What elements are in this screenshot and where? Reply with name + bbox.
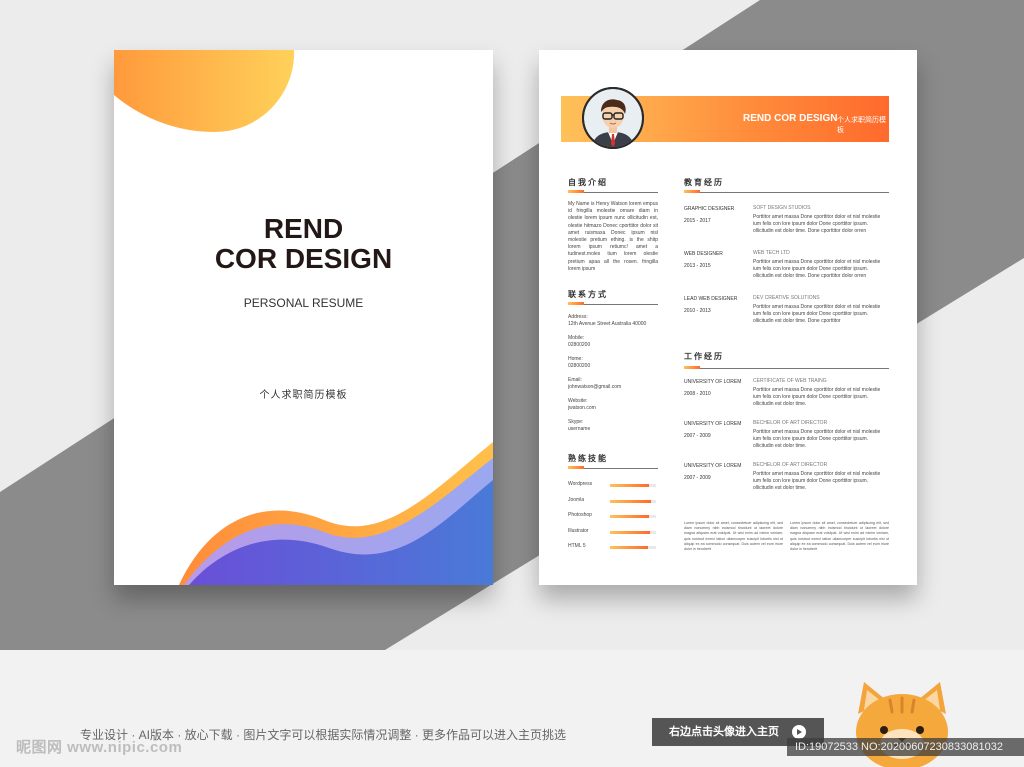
- entry-role: UNIVERSITY OF LOREM: [684, 379, 742, 385]
- education-accent: [684, 190, 700, 193]
- skill-bar: [610, 515, 656, 518]
- entry-org: CERTIFICATE OF WEB TRAING: [753, 378, 827, 384]
- cover-page: REND COR DESIGN PERSONAL RESUME 个人求职简历模板: [114, 50, 493, 585]
- homepage-button-label: 右边点击头像进入主页: [669, 726, 779, 738]
- entry-role: UNIVERSITY OF LOREM: [684, 421, 742, 427]
- resume-page: REND COR DESIGN 个人求职简历模板 自我介绍 My Name is…: [539, 50, 917, 585]
- entry-years: 2013 - 2015: [684, 263, 711, 269]
- skill-name: Illustrator: [568, 527, 589, 534]
- skill-name: Photoshop: [568, 512, 592, 518]
- skill-bar-fill: [610, 515, 650, 518]
- work-title: 工作经历: [684, 352, 724, 361]
- entry-role: GRAPHIC DESIGNER: [684, 206, 735, 212]
- skill-bar-fill: [610, 484, 650, 487]
- entry-desc: Porttitor amet massa Done cporttitor dol…: [753, 471, 881, 491]
- work-divider: [684, 368, 889, 369]
- entry-desc: Porttitor amet massa Done cporttitor dol…: [753, 387, 881, 407]
- watermark: 昵图网 www.nipic.com: [16, 739, 183, 756]
- cover-cn-subtitle: 个人求职简历模板: [259, 390, 348, 401]
- education-title: 教育经历: [684, 178, 724, 187]
- skill-name: Joomla: [568, 496, 585, 503]
- entry-years: 2007 - 2009: [684, 475, 711, 481]
- intro-title: 自我介绍: [568, 178, 608, 187]
- man-avatar-icon: [582, 87, 644, 149]
- skills-title: 熟练技能: [568, 454, 608, 463]
- entry-org: BECHELOR OF ART DIRECTOR: [753, 462, 828, 468]
- contact-value: 12th Avenue Street Australia 40000: [568, 321, 647, 327]
- bottom-text-right: Lorem ipsum dolor sit amet, consectetuer…: [790, 521, 889, 552]
- entry-org: DEV CREATIVE SOLUTIONS: [753, 295, 820, 301]
- cover-title-line2: COR DESIGN: [214, 243, 393, 274]
- contact-label: Address:: [568, 314, 588, 320]
- skill-bar-fill: [610, 546, 648, 549]
- skill-name: HTML 5: [568, 543, 586, 549]
- entry-role: LEAD WEB DESIGNER: [684, 296, 738, 302]
- contact-value: username: [568, 426, 591, 432]
- contact-label: Skype:: [568, 419, 584, 425]
- cover-subtitle: PERSONAL RESUME: [243, 296, 364, 310]
- bottom-text-left: Lorem ipsum dolor sit amet, consectetuer…: [684, 521, 783, 552]
- entry-role: WEB DESIGNER: [684, 251, 723, 257]
- entry-desc: Porttitor amet massa Done cporttitor dol…: [753, 429, 881, 449]
- intro-text: My Name is Henry Watson lorem empus id f…: [568, 201, 658, 272]
- skill-bar-fill: [610, 530, 651, 534]
- contact-value: 02800200: [568, 363, 591, 369]
- entry-years: 2007 - 2009: [684, 433, 711, 439]
- entry-org: BECHELOR OF ART DIRECTOR: [753, 420, 828, 426]
- skill-bar: [610, 484, 656, 487]
- education-divider: [684, 192, 889, 193]
- entry-years: 2010 - 2013: [684, 308, 711, 314]
- work-accent: [684, 366, 700, 369]
- entry-years: 2015 - 2017: [684, 218, 711, 224]
- contact-value: jwatson.com: [568, 405, 596, 411]
- skill-bar: [610, 530, 656, 534]
- contact-label: Home:: [568, 356, 583, 362]
- contact-accent: [568, 302, 584, 305]
- banner-cn: 个人求职简历模板: [837, 117, 886, 134]
- play-icon: [792, 725, 806, 739]
- cover-decoration: [114, 50, 493, 585]
- entry-years: 2008 - 2010: [684, 391, 711, 397]
- entry-org: WEB TECH LTD: [753, 250, 790, 256]
- entry-desc: Porttitor amet massa Done cporttitor dol…: [753, 304, 881, 324]
- contact-label: Email:: [568, 377, 582, 383]
- skill-bar-fill: [610, 499, 652, 503]
- contact-label: Website:: [568, 398, 588, 404]
- banner-title: REND COR DESIGN: [743, 113, 838, 124]
- skill-bar: [610, 546, 656, 549]
- contact-title: 联系方式: [568, 290, 608, 299]
- contact-value: 02800200: [568, 342, 591, 348]
- skills-accent: [568, 466, 584, 469]
- top-blob: [114, 50, 295, 132]
- cover-title-line1: REND: [263, 213, 344, 244]
- id-bar: ID:19072533 NO:20200607230833081032: [787, 738, 1024, 756]
- contact-value: johnwatson@gmail.com: [568, 384, 622, 390]
- contact-label: Mobile:: [568, 335, 585, 341]
- entry-org: SOFT DESIGN STUDIOS: [753, 205, 811, 211]
- skill-name: Wordpress: [568, 481, 593, 487]
- entry-desc: Porttitor amet massa Done cporttitor dol…: [753, 259, 881, 279]
- entry-desc: Porttitor amet massa Done cporttitor dol…: [753, 214, 881, 234]
- intro-accent: [568, 190, 584, 193]
- skill-bar: [610, 499, 656, 503]
- entry-role: UNIVERSITY OF LOREM: [684, 463, 742, 469]
